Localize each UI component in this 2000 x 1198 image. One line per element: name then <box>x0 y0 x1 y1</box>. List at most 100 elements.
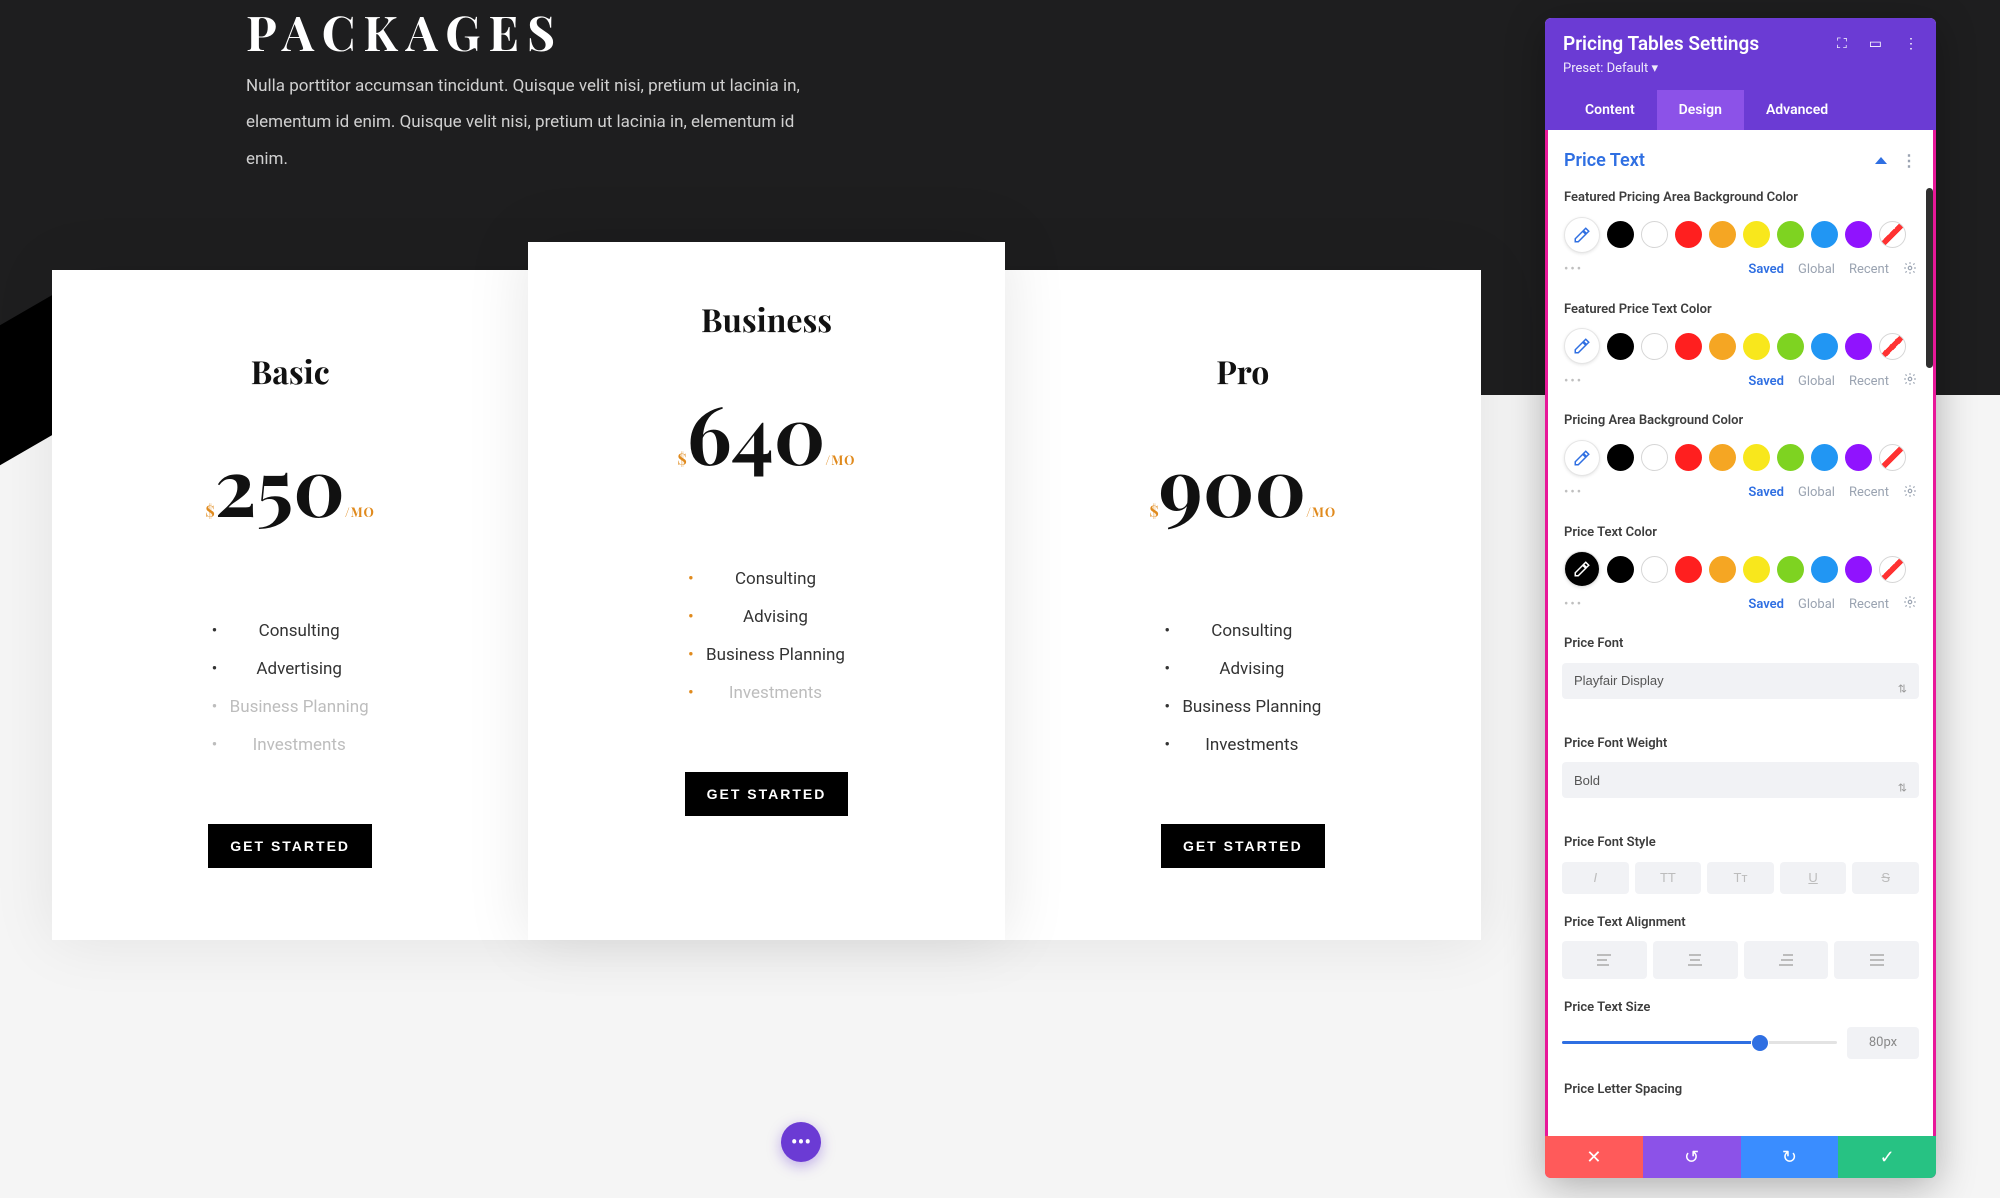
gear-icon[interactable] <box>1903 261 1917 279</box>
color-swatch[interactable] <box>1607 444 1634 471</box>
tab-design[interactable]: Design <box>1657 90 1744 130</box>
section-menu-icon[interactable]: ⋮ <box>1901 151 1917 170</box>
swatch-tab-recent[interactable]: Recent <box>1849 374 1889 389</box>
color-swatch[interactable] <box>1743 556 1770 583</box>
select-price font weight[interactable] <box>1562 762 1919 798</box>
font-style-underline[interactable]: U <box>1780 862 1847 894</box>
align-center[interactable] <box>1653 941 1738 979</box>
color-option-label: Price Text Color <box>1562 520 1919 552</box>
gear-icon[interactable] <box>1903 372 1917 390</box>
color-swatch-white[interactable] <box>1641 333 1668 360</box>
color-swatch[interactable] <box>1811 556 1838 583</box>
color-swatch-white[interactable] <box>1641 556 1668 583</box>
undo-button[interactable]: ↺ <box>1643 1136 1741 1178</box>
color-swatch[interactable] <box>1709 444 1736 471</box>
price-period: /MO <box>345 504 375 521</box>
color-swatch[interactable] <box>1845 444 1872 471</box>
color-swatch[interactable] <box>1845 556 1872 583</box>
color-swatch[interactable] <box>1607 333 1634 360</box>
get-started-button[interactable]: GET STARTED <box>685 772 849 816</box>
font-style-italic[interactable]: I <box>1562 862 1629 894</box>
color-swatch[interactable] <box>1777 221 1804 248</box>
color-swatch[interactable] <box>1811 221 1838 248</box>
color-swatch-white[interactable] <box>1641 444 1668 471</box>
swatch-tab-recent[interactable]: Recent <box>1849 485 1889 500</box>
color-swatch[interactable] <box>1607 221 1634 248</box>
tab-advanced[interactable]: Advanced <box>1744 90 1850 130</box>
get-started-button[interactable]: GET STARTED <box>208 824 372 868</box>
color-swatch[interactable] <box>1811 333 1838 360</box>
swatch-row <box>1562 328 1919 364</box>
color-swatch[interactable] <box>1675 221 1702 248</box>
gear-icon[interactable] <box>1903 484 1917 502</box>
eyedropper-icon[interactable] <box>1564 551 1600 587</box>
color-swatch-none[interactable] <box>1879 221 1906 248</box>
color-swatch-white[interactable] <box>1641 221 1668 248</box>
color-swatch[interactable] <box>1709 333 1736 360</box>
font-style-smallcaps[interactable]: Tᴛ <box>1707 862 1774 894</box>
font-style-strike[interactable]: S <box>1852 862 1919 894</box>
expand-icon[interactable]: ⛶ <box>1837 36 1847 52</box>
fab-more[interactable]: ••• <box>781 1122 821 1162</box>
save-button[interactable]: ✓ <box>1838 1136 1936 1178</box>
color-swatch[interactable] <box>1675 556 1702 583</box>
preset-dropdown[interactable]: Preset: Default ▾ <box>1563 55 1918 90</box>
swatch-tab-global[interactable]: Global <box>1798 485 1835 500</box>
color-swatch[interactable] <box>1845 333 1872 360</box>
swatch-tab-recent[interactable]: Recent <box>1849 597 1889 612</box>
color-swatch[interactable] <box>1607 556 1634 583</box>
feature-item: Investments <box>1164 726 1321 764</box>
font-style-uppercase[interactable]: TT <box>1635 862 1702 894</box>
panel-menu-icon[interactable]: ⋮ <box>1904 36 1918 52</box>
align-left[interactable] <box>1562 941 1647 979</box>
color-swatch[interactable] <box>1777 333 1804 360</box>
swatch-tab-saved[interactable]: Saved <box>1748 485 1784 500</box>
size-slider[interactable] <box>1562 1041 1837 1044</box>
price-period: /MO <box>1306 504 1336 521</box>
color-swatch[interactable] <box>1675 444 1702 471</box>
select-price font[interactable] <box>1562 663 1919 699</box>
swatch-tab-global[interactable]: Global <box>1798 374 1835 389</box>
swatch-tab-global[interactable]: Global <box>1798 597 1835 612</box>
more-swatches-icon[interactable]: ••• <box>1564 262 1583 277</box>
align-justify[interactable] <box>1834 941 1919 979</box>
feature-item: Business Planning <box>688 636 845 674</box>
color-swatch[interactable] <box>1709 221 1736 248</box>
color-swatch[interactable] <box>1709 556 1736 583</box>
panel-tabs: ContentDesignAdvanced <box>1563 90 1918 130</box>
more-swatches-icon[interactable]: ••• <box>1564 374 1583 389</box>
panel-scrollbar[interactable] <box>1926 188 1933 368</box>
color-swatch[interactable] <box>1845 221 1872 248</box>
redo-button[interactable]: ↻ <box>1741 1136 1839 1178</box>
swatch-tab-global[interactable]: Global <box>1798 262 1835 277</box>
color-swatch[interactable] <box>1743 444 1770 471</box>
more-swatches-icon[interactable]: ••• <box>1564 597 1583 612</box>
swatch-tab-recent[interactable]: Recent <box>1849 262 1889 277</box>
section-title[interactable]: Price Text <box>1564 150 1645 171</box>
tab-content[interactable]: Content <box>1563 90 1657 130</box>
swatch-tab-saved[interactable]: Saved <box>1748 597 1784 612</box>
color-swatch[interactable] <box>1777 556 1804 583</box>
size-value[interactable]: 80px <box>1847 1027 1919 1059</box>
swatch-tab-saved[interactable]: Saved <box>1748 262 1784 277</box>
chevron-up-icon[interactable] <box>1875 157 1887 164</box>
color-swatch[interactable] <box>1743 221 1770 248</box>
eyedropper-icon[interactable] <box>1564 440 1600 476</box>
gear-icon[interactable] <box>1903 595 1917 613</box>
color-swatch[interactable] <box>1743 333 1770 360</box>
color-swatch-none[interactable] <box>1879 556 1906 583</box>
color-option-label: Pricing Area Background Color <box>1562 408 1919 440</box>
responsive-icon[interactable]: ▭ <box>1869 36 1882 52</box>
close-button[interactable]: ✕ <box>1545 1136 1643 1178</box>
color-swatch-none[interactable] <box>1879 444 1906 471</box>
get-started-button[interactable]: GET STARTED <box>1161 824 1325 868</box>
more-swatches-icon[interactable]: ••• <box>1564 485 1583 500</box>
color-swatch[interactable] <box>1811 444 1838 471</box>
eyedropper-icon[interactable] <box>1564 217 1600 253</box>
color-swatch[interactable] <box>1777 444 1804 471</box>
color-swatch[interactable] <box>1675 333 1702 360</box>
align-right[interactable] <box>1744 941 1829 979</box>
color-swatch-none[interactable] <box>1879 333 1906 360</box>
swatch-tab-saved[interactable]: Saved <box>1748 374 1784 389</box>
eyedropper-icon[interactable] <box>1564 328 1600 364</box>
